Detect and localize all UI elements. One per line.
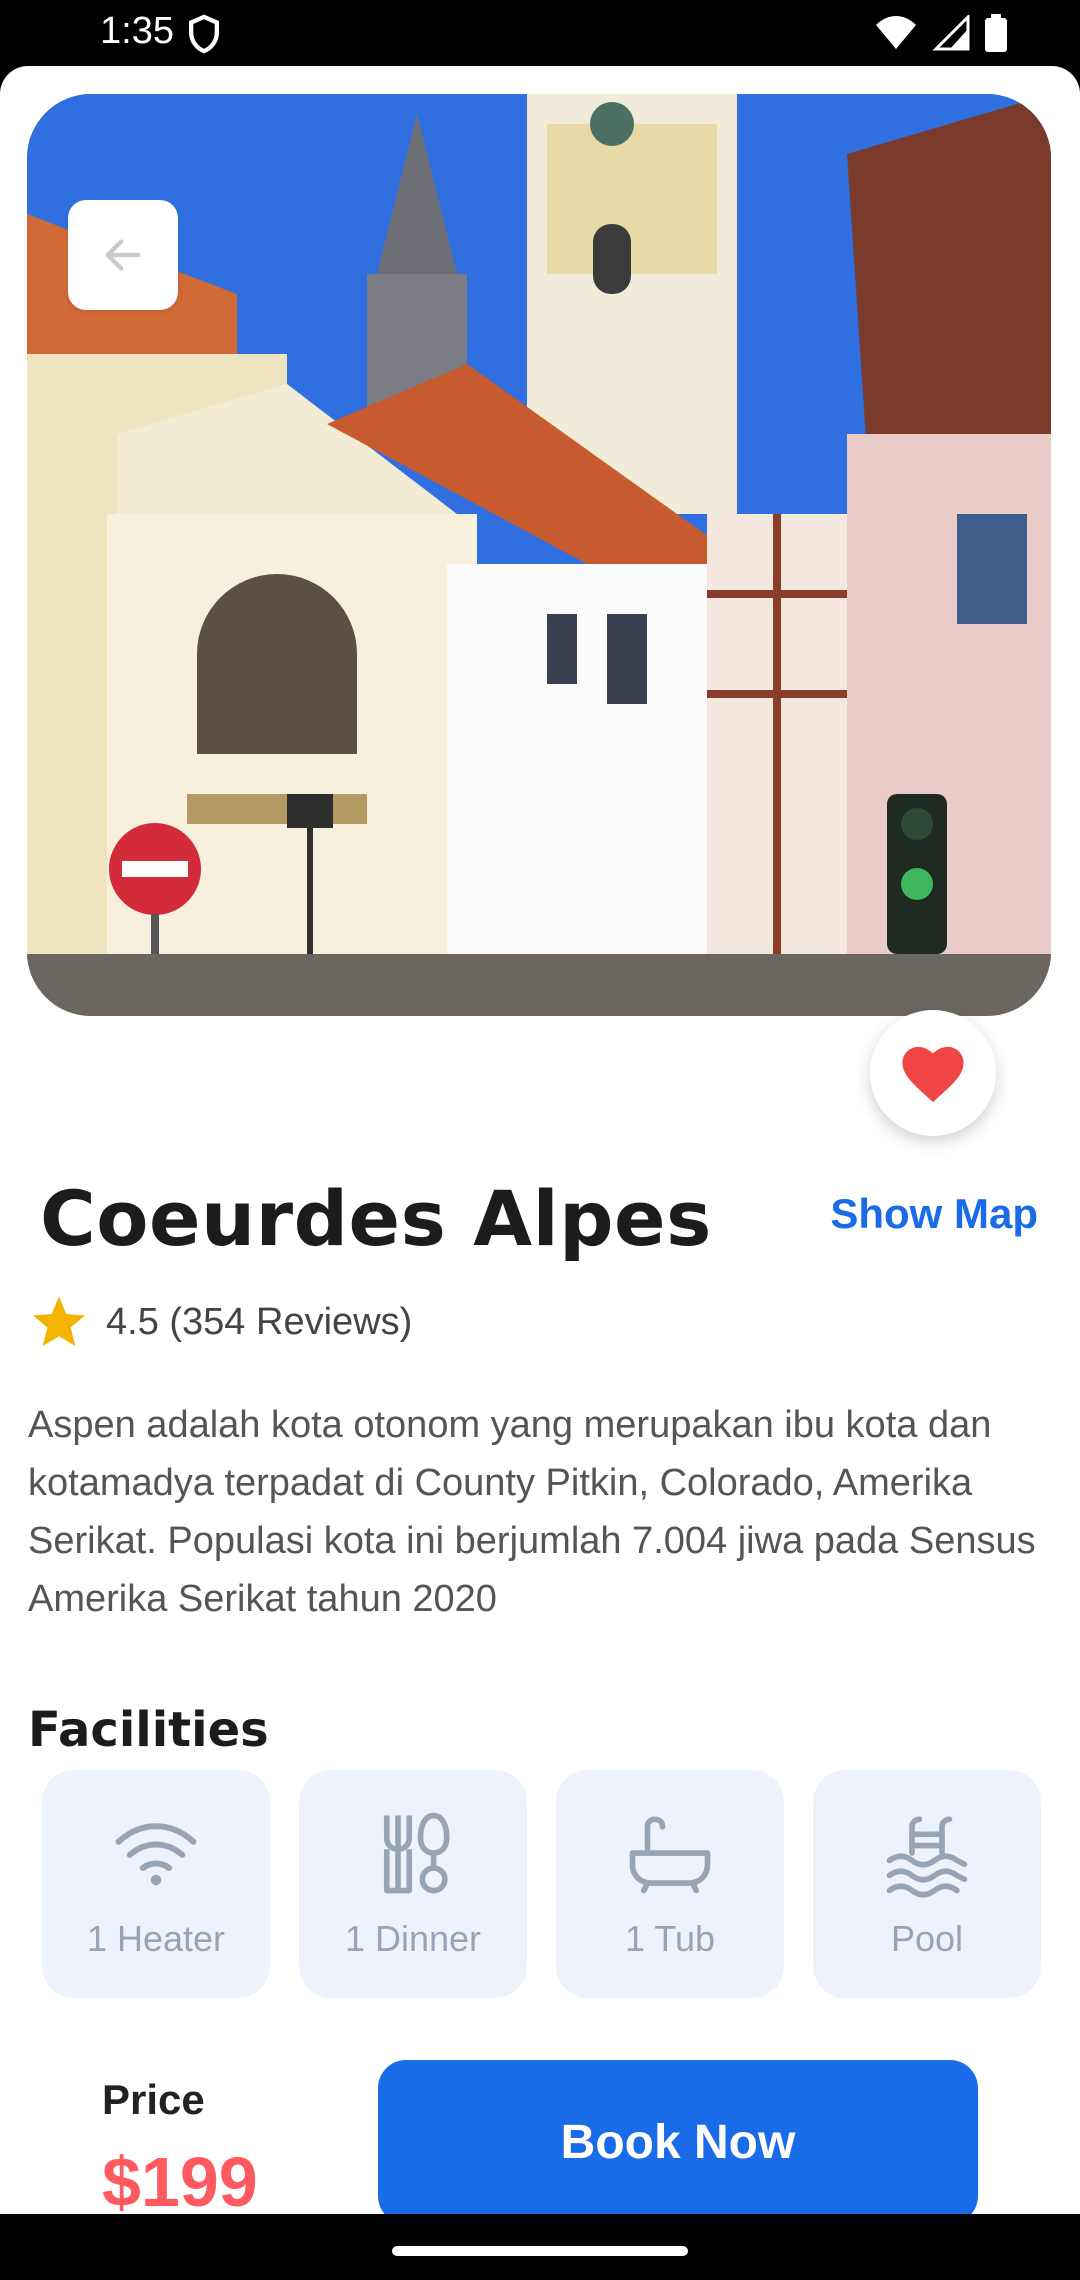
facility-label: 1 Dinner — [344, 1918, 482, 1959]
status-time: 1:35 — [100, 10, 174, 52]
facility-dinner[interactable]: 1 Dinner — [299, 1770, 527, 1998]
shield-icon — [189, 14, 219, 54]
heart-icon — [902, 1046, 964, 1103]
book-now-button[interactable]: Book Now — [378, 2060, 978, 2214]
show-map-link[interactable]: Show Map — [830, 1190, 1038, 1238]
price-label: Price — [102, 2076, 205, 2123]
price-value: $199 — [102, 2143, 258, 2214]
facility-tub[interactable]: 1 Tub — [556, 1770, 784, 1998]
rating-text: 4.5 (354 Reviews) — [106, 1300, 413, 1343]
facility-label: 1 Heater — [86, 1918, 226, 1959]
star-icon — [32, 1296, 86, 1347]
rating: 4.5 (354 Reviews) — [30, 1294, 412, 1350]
bathtub-icon — [629, 1816, 711, 1894]
place-description: Aspen adalah kota otonom yang merupakan … — [28, 1404, 1036, 1620]
facility-pool[interactable]: Pool — [813, 1770, 1041, 1998]
facilities-list: 1 Heater 1 Dinner 1 Tub Pool — [42, 1770, 1041, 1998]
town-square-photo — [27, 94, 1051, 1016]
dinner-icon — [383, 1812, 450, 1894]
hero-image — [27, 94, 1051, 1016]
favorite-button[interactable] — [870, 1010, 996, 1136]
battery-icon — [985, 14, 1007, 52]
back-button[interactable] — [68, 200, 178, 310]
place-title: Coeurdes Alpes — [40, 1174, 712, 1263]
wifi-icon — [115, 1823, 197, 1886]
facilities-title: Facilities — [28, 1702, 269, 1758]
detail-sheet: Coeurdes Alpes Show Map 4.5 (354 Reviews… — [0, 66, 1080, 2214]
arrow-left-icon — [105, 239, 141, 271]
status-bar: 1:35 — [0, 0, 1080, 66]
home-indicator[interactable] — [392, 2246, 688, 2256]
signal-icon — [932, 15, 970, 51]
facility-heater[interactable]: 1 Heater — [42, 1770, 270, 1998]
wifi-icon — [876, 16, 916, 49]
facility-label: 1 Tub — [624, 1918, 716, 1959]
facility-label: Pool — [890, 1918, 964, 1959]
pool-icon — [886, 1816, 968, 1898]
